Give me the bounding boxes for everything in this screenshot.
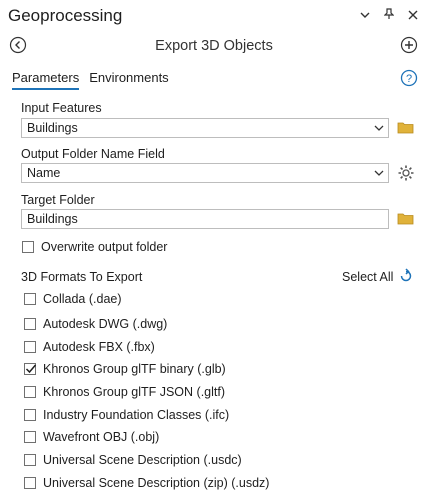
folder-icon [397, 122, 414, 134]
select-all-link[interactable]: Select All [342, 270, 393, 284]
output-folder-name-field-dropdown[interactable]: Name [21, 163, 389, 183]
format-label: Universal Scene Description (zip) (.usdz… [43, 476, 270, 490]
help-button[interactable]: ? [400, 69, 418, 87]
format-checkbox-ifc[interactable] [24, 409, 36, 421]
target-folder-label: Target Folder [21, 193, 95, 207]
pane-controls [358, 8, 420, 23]
format-label: Industry Foundation Classes (.ifc) [43, 408, 230, 422]
help-icon: ? [400, 69, 418, 87]
list-item: Industry Foundation Classes (.ifc) [24, 408, 229, 422]
list-item: Universal Scene Description (.usdc) [24, 453, 242, 467]
input-features-dropdown[interactable]: Buildings [21, 118, 389, 138]
chevron-down-icon[interactable] [358, 9, 372, 23]
format-checkbox-usdc[interactable] [24, 454, 36, 466]
format-label: Universal Scene Description (.usdc) [43, 453, 242, 467]
format-checkbox-glb[interactable] [24, 363, 37, 375]
list-item: Khronos Group glTF JSON (.gltf) [24, 385, 225, 399]
output-folder-name-field-label: Output Folder Name Field [21, 147, 165, 161]
target-folder-value: Buildings [27, 212, 78, 226]
output-folder-name-field-value: Name [27, 166, 61, 180]
folder-icon [397, 213, 414, 225]
format-checkbox-gltf[interactable] [24, 386, 36, 398]
pin-icon[interactable] [382, 8, 396, 23]
chevron-down-icon [374, 170, 384, 176]
list-item: Khronos Group glTF binary (.glb) [24, 362, 226, 376]
refresh-icon [400, 268, 412, 282]
format-checkbox-obj[interactable] [24, 431, 36, 443]
format-label: Wavefront OBJ (.obj) [43, 430, 160, 444]
title-bar: Geoprocessing [0, 0, 428, 34]
list-item: Collada (.dae) [24, 292, 122, 306]
format-label: Autodesk FBX (.fbx) [43, 340, 155, 354]
tab-environments[interactable]: Environments [89, 70, 168, 90]
overwrite-row: Overwrite output folder [22, 240, 167, 254]
field-settings-button[interactable] [397, 164, 415, 182]
target-folder-input[interactable]: Buildings [21, 209, 389, 229]
format-label: Khronos Group glTF JSON (.gltf) [43, 385, 226, 399]
format-label: Collada (.dae) [43, 292, 122, 306]
chevron-down-icon [374, 125, 384, 131]
add-button[interactable] [400, 36, 418, 54]
list-item: Autodesk DWG (.dwg) [24, 317, 167, 331]
tab-parameters[interactable]: Parameters [12, 70, 80, 90]
tab-bar: Parameters Environments [12, 70, 169, 90]
pane-title: Geoprocessing [8, 6, 123, 25]
gear-icon [398, 165, 414, 181]
format-checkbox-dwg[interactable] [24, 318, 36, 330]
browse-folder-button[interactable] [397, 119, 415, 137]
overwrite-checkbox[interactable] [22, 241, 34, 253]
list-item: Wavefront OBJ (.obj) [24, 430, 159, 444]
svg-text:?: ? [406, 73, 412, 85]
browse-target-folder-button[interactable] [397, 210, 415, 228]
input-features-label: Input Features [21, 101, 102, 115]
format-label: Autodesk DWG (.dwg) [43, 317, 168, 331]
list-item: Universal Scene Description (zip) (.usdz… [24, 476, 269, 490]
close-icon[interactable] [406, 9, 420, 23]
list-item: Autodesk FBX (.fbx) [24, 340, 155, 354]
plus-circle-icon [400, 36, 418, 54]
format-checkbox-dae[interactable] [24, 293, 36, 305]
checkmark-icon [25, 364, 37, 374]
formats-label: 3D Formats To Export [21, 270, 143, 284]
reset-button[interactable] [398, 268, 414, 284]
format-checkbox-fbx[interactable] [24, 341, 36, 353]
formats-list: Collada (.dae) Autodesk DWG (.dwg) Autod… [21, 288, 415, 496]
tool-title: Export 3D Objects [155, 38, 273, 54]
format-label: Khronos Group glTF binary (.glb) [43, 362, 226, 376]
tool-header: Export 3D Objects [0, 34, 428, 60]
format-checkbox-usdz[interactable] [24, 477, 36, 489]
overwrite-label: Overwrite output folder [41, 240, 168, 254]
input-features-value: Buildings [27, 121, 78, 135]
